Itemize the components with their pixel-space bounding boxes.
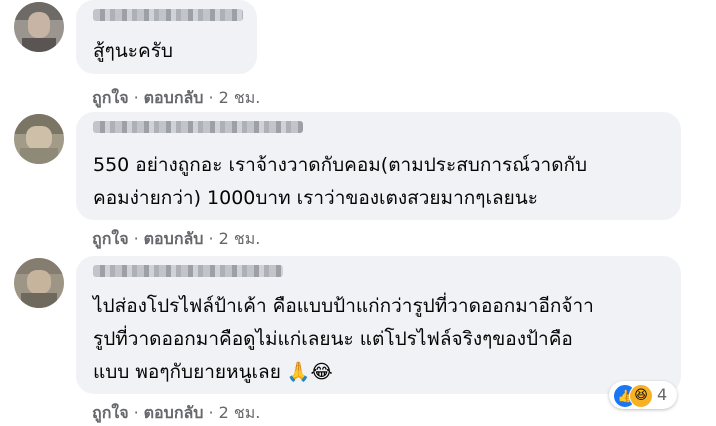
avatar[interactable] [14,258,64,308]
comment-line: ไปส่องโปรไฟล์ป้าเค้า คือแบบป้าแก่กว่ารูป… [93,295,594,317]
like-link[interactable]: ถูกใจ [92,403,129,422]
comment-bubble: 550 อย่างถูกอะ เราจ้างวาดกับคอม(ตามประสบ… [76,112,681,220]
comment-bubble: สู้ๆนะครับ [76,0,257,74]
reply-link[interactable]: ตอบกลับ [144,88,204,107]
comment-text: สู้ๆนะครับ [93,36,173,66]
separator: · [133,229,139,248]
haha-icon: 😆 [629,384,653,408]
avatar[interactable] [14,114,64,164]
avatar[interactable] [14,2,64,52]
comment-line: แบบ พอๆกับยายหนูเลย 🙏😂 [93,361,333,383]
like-link[interactable]: ถูกใจ [92,88,129,107]
author-name[interactable] [93,121,303,133]
separator: · [208,229,214,248]
comment-line: คอมง่ายกว่า) 1000บาท เราว่าของเตงสวยมากๆ… [93,187,538,209]
timestamp[interactable]: 2 ชม. [219,403,261,422]
comment-actions: ถูกใจ · ตอบกลับ · 2 ชม. [92,227,260,252]
author-name[interactable] [93,9,243,21]
reaction-summary[interactable]: 👍 😆 4 [609,381,677,409]
comment-line: 550 อย่างถูกอะ เราจ้างวาดกับคอม(ตามประสบ… [93,154,588,176]
comment-bubble: ไปส่องโปรไฟล์ป้าเค้า คือแบบป้าแก่กว่ารูป… [76,256,681,394]
separator: · [208,403,214,422]
comment-actions: ถูกใจ · ตอบกลับ · 2 ชม. [92,401,260,426]
timestamp[interactable]: 2 ชม. [219,229,261,248]
comment-line: รูปที่วาดออกมาคือดูไม่แก่เลยนะ แต่โปรไฟล… [93,328,573,350]
author-name[interactable] [93,265,283,277]
comment-line: สู้ๆนะครับ [93,40,173,62]
comment-text: ไปส่องโปรไฟล์ป้าเค้า คือแบบป้าแก่กว่ารูป… [93,290,594,389]
reply-link[interactable]: ตอบกลับ [144,229,204,248]
reply-link[interactable]: ตอบกลับ [144,403,204,422]
like-link[interactable]: ถูกใจ [92,229,129,248]
timestamp[interactable]: 2 ชม. [219,88,261,107]
comment-actions: ถูกใจ · ตอบกลับ · 2 ชม. [92,86,260,111]
separator: · [208,88,214,107]
reaction-count: 4 [657,385,668,404]
separator: · [133,403,139,422]
comment-text: 550 อย่างถูกอะ เราจ้างวาดกับคอม(ตามประสบ… [93,149,587,215]
separator: · [133,88,139,107]
